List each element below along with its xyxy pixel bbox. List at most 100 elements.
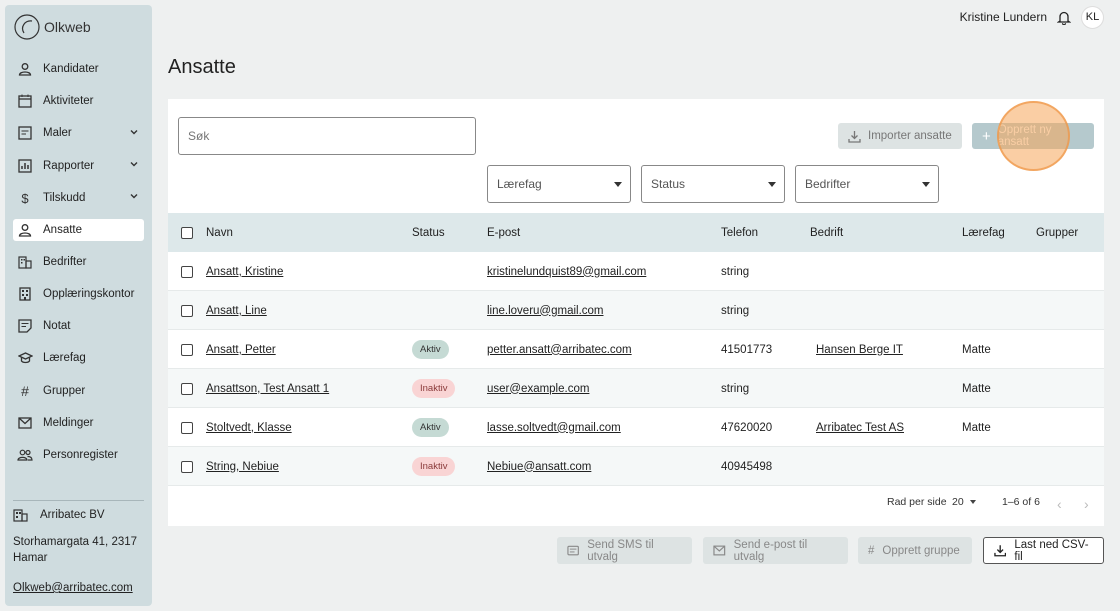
email-link[interactable]: Nebiue@ansatt.com: [487, 461, 591, 473]
sidebar-item-tilskudd[interactable]: $ Tilskudd: [13, 182, 144, 214]
download-csv-button[interactable]: Last ned CSV-fil: [983, 537, 1104, 564]
email-link[interactable]: petter.ansatt@arribatec.com: [487, 344, 632, 356]
send-sms-label: Send SMS til utvalg: [587, 538, 654, 563]
sidebar-item-notat[interactable]: Notat: [13, 310, 144, 342]
search-input[interactable]: [178, 117, 476, 155]
create-employee-button[interactable]: + Opprett ny ansatt: [972, 123, 1094, 149]
laerefag-filter[interactable]: Lærefag: [487, 165, 631, 203]
sidebar-item-bedrifter[interactable]: Bedrifter: [13, 246, 144, 278]
sidebar-item-opplæringskontor[interactable]: Opplæringskontor: [13, 278, 144, 310]
header-laerefag[interactable]: Lærefag: [962, 213, 1005, 252]
row-checkbox-cell: [181, 252, 193, 291]
cell-epost: line.loveru@gmail.com: [487, 291, 604, 330]
cell-bedrift: Hansen Berge IT: [816, 330, 903, 369]
chevron-down-icon[interactable]: [128, 158, 144, 173]
avatar[interactable]: KL: [1081, 5, 1104, 29]
row-checkbox[interactable]: [181, 265, 193, 278]
table-row[interactable]: Ansatt, Petter Aktiv petter.ansatt@arribat…: [168, 330, 1104, 369]
bell-icon[interactable]: [1057, 10, 1071, 25]
create-group-button[interactable]: # Opprett gruppe: [858, 537, 972, 564]
import-employees-button[interactable]: Importer ansatte: [838, 123, 962, 149]
send-email-button[interactable]: Send e-post til utvalg: [703, 537, 848, 564]
employee-name-link[interactable]: Ansatt, Kristine: [206, 266, 283, 278]
cell-telefon: string: [721, 382, 750, 395]
next-page-button[interactable]: ›: [1084, 496, 1089, 512]
status-filter[interactable]: Status: [641, 165, 785, 203]
app-name: Olkweb: [44, 19, 91, 35]
row-checkbox[interactable]: [181, 460, 193, 473]
company-link[interactable]: Hansen Berge IT: [816, 344, 903, 356]
cell-laerefag: Matte: [962, 343, 991, 356]
employee-name-link[interactable]: String, Nebiue: [206, 461, 279, 473]
header-telefon[interactable]: Telefon: [721, 213, 758, 252]
select-all-checkbox[interactable]: [181, 226, 193, 239]
svg-text:#: #: [21, 384, 29, 398]
app-logo[interactable]: Olkweb: [13, 13, 91, 41]
building-icon: [13, 509, 28, 522]
row-checkbox[interactable]: [181, 382, 193, 395]
employee-name-link[interactable]: Ansattson, Test Ansatt 1: [206, 383, 329, 395]
prev-page-button[interactable]: ‹: [1057, 496, 1062, 512]
chart-icon: [17, 158, 33, 174]
table-row[interactable]: Stoltvedt, Klasse Aktiv lasse.soltvedt@gma…: [168, 408, 1104, 447]
email-link[interactable]: user@example.com: [487, 383, 589, 395]
sidebar-item-rapporter[interactable]: Rapporter: [13, 150, 144, 182]
sidebar-item-label: Opplæringskontor: [43, 287, 135, 300]
cell-laerefag: Matte: [962, 382, 991, 395]
table-row[interactable]: Ansattson, Test Ansatt 1 Inaktiv user@exam…: [168, 369, 1104, 408]
row-checkbox[interactable]: [181, 343, 193, 356]
employee-name-link[interactable]: Stoltvedt, Klasse: [206, 422, 292, 434]
rows-per-page-label: Rad per side: [887, 496, 947, 508]
bedrifter-filter[interactable]: Bedrifter: [795, 165, 939, 203]
top-bar: Kristine Lundern KL: [960, 5, 1104, 29]
cell-epost: petter.ansatt@arribatec.com: [487, 330, 632, 369]
sidebar-item-maler[interactable]: Maler: [13, 117, 144, 149]
rows-per-page-select[interactable]: 20: [952, 496, 976, 508]
pagination-range: 1–6 of 6: [1002, 496, 1040, 508]
import-employees-label: Importer ansatte: [868, 130, 952, 142]
company-email-link[interactable]: Olkweb@arribatec.com: [13, 582, 133, 594]
table-row[interactable]: Ansatt, Line line.loveru@gmail.com string: [168, 291, 1104, 330]
cell-navn: Stoltvedt, Klasse: [206, 408, 292, 447]
row-checkbox[interactable]: [181, 304, 193, 317]
cell-epost: user@example.com: [487, 369, 589, 408]
calendar-icon: [17, 93, 33, 109]
email-link[interactable]: lasse.soltvedt@gmail.com: [487, 422, 621, 434]
person-icon: [17, 61, 33, 77]
sidebar-item-meldinger[interactable]: Meldinger: [13, 407, 144, 439]
send-sms-button[interactable]: Send SMS til utvalg: [557, 537, 692, 564]
status-badge: Aktiv: [412, 340, 449, 359]
sidebar-item-aktiviteter[interactable]: Aktiviteter: [13, 85, 144, 117]
row-checkbox[interactable]: [181, 421, 193, 434]
header-epost[interactable]: E-post: [487, 213, 520, 252]
employee-name-link[interactable]: Ansatt, Line: [206, 305, 267, 317]
chevron-left-icon: ‹: [1057, 496, 1062, 512]
sidebar-item-grupper[interactable]: # Grupper: [13, 375, 144, 407]
employee-name-link[interactable]: Ansatt, Petter: [206, 344, 276, 356]
sidebar-item-lærefag[interactable]: Lærefag: [13, 342, 144, 374]
sidebar-item-kandidater[interactable]: Kandidater: [13, 53, 144, 85]
cell-navn: Ansattson, Test Ansatt 1: [206, 369, 329, 408]
create-employee-label: Opprett ny ansatt: [997, 124, 1052, 148]
company-link[interactable]: Arribatec Test AS: [816, 422, 904, 434]
cell-laerefag: Matte: [962, 421, 991, 434]
header-status[interactable]: Status: [412, 213, 445, 252]
sidebar-item-personregister[interactable]: Personregister: [13, 439, 144, 471]
school-icon: [17, 350, 33, 366]
sidebar-item-ansatte[interactable]: Ansatte: [13, 218, 144, 241]
chevron-down-icon[interactable]: [128, 126, 144, 141]
sidebar-item-label: Ansatte: [43, 223, 82, 236]
table-row[interactable]: String, Nebiue Inaktiv Nebiue@ansatt.com 40…: [168, 447, 1104, 486]
person-icon: [17, 222, 33, 238]
sms-icon: [567, 545, 579, 555]
dollar-icon: $: [17, 190, 33, 206]
cell-telefon: string: [721, 304, 750, 317]
chevron-down-icon[interactable]: [128, 190, 144, 205]
header-navn[interactable]: Navn: [206, 213, 233, 252]
sidebar-item-label: Lærefag: [43, 352, 86, 365]
email-link[interactable]: kristinelundquist89@gmail.com: [487, 266, 646, 278]
header-bedrift[interactable]: Bedrift: [810, 213, 843, 252]
table-row[interactable]: Ansatt, Kristine kristinelundquist89@gmai…: [168, 252, 1104, 291]
email-link[interactable]: line.loveru@gmail.com: [487, 305, 604, 317]
header-grupper[interactable]: Grupper: [1036, 213, 1078, 252]
